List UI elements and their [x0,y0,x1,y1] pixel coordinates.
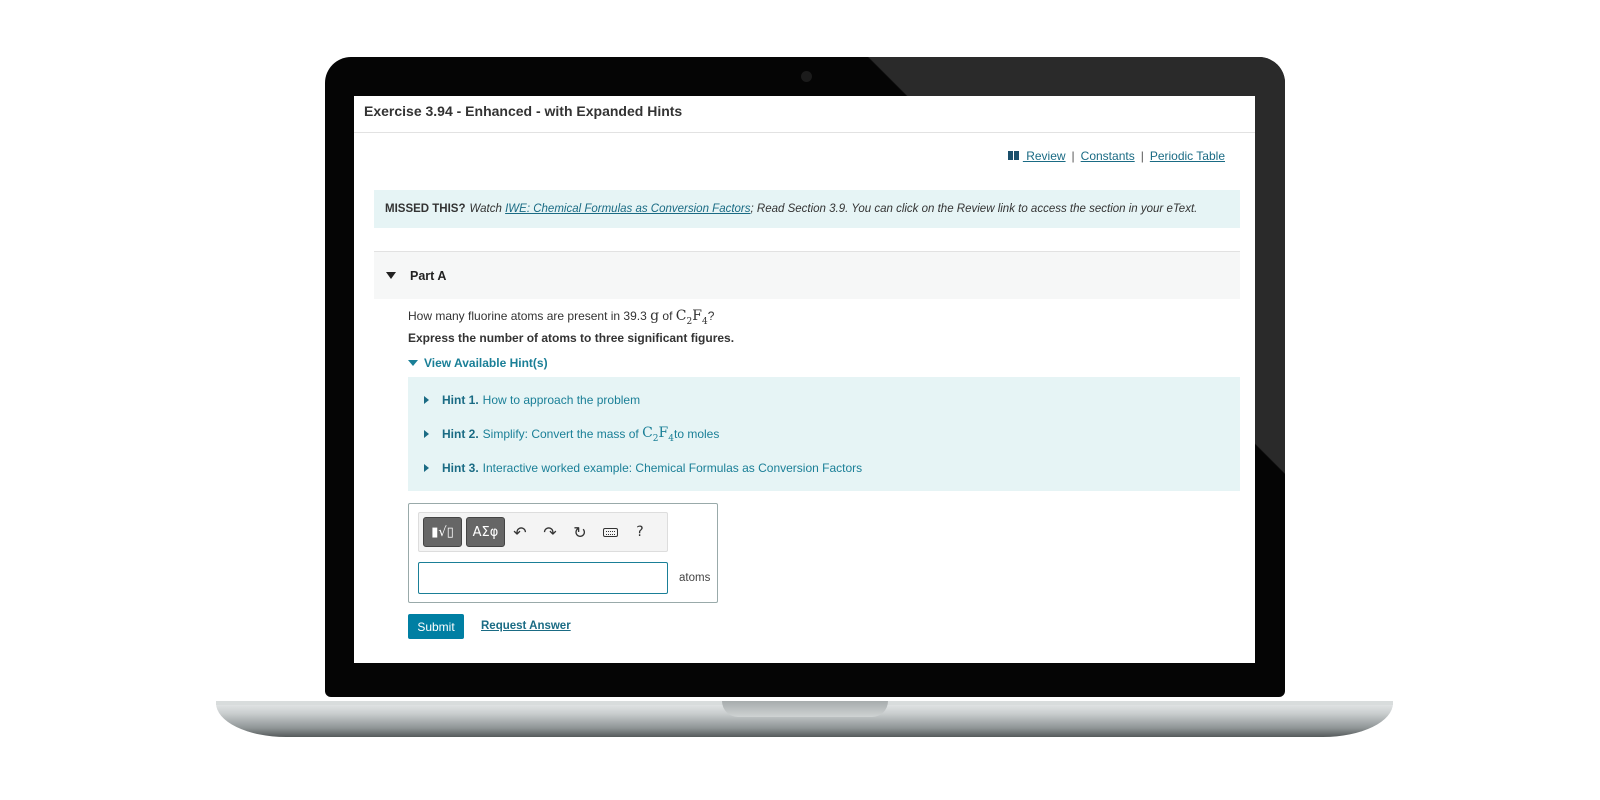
missed-watch: Watch [469,203,502,215]
math-toolbar: ▮√▯ ΑΣφ ↶ ↷ ↻ ? [418,512,668,552]
hint-1[interactable]: Hint 1. How to approach the problem [424,393,640,407]
laptop-notch [722,701,888,717]
formula-element: F [692,308,702,324]
symbols-button[interactable]: ΑΣφ [466,517,505,547]
expand-caret-icon [424,464,429,472]
redo-icon[interactable]: ↷ [535,517,565,547]
formula-element: C [675,308,687,324]
expand-caret-icon [424,430,429,439]
instruction-text: Express the number of atoms to three sig… [408,331,735,345]
help-icon[interactable]: ? [625,517,655,547]
part-a-header[interactable]: Part A [374,251,1240,299]
formula-element: F [658,425,669,441]
hint-2[interactable]: Hint 2. Simplify: Convert the mass of C2… [424,425,719,444]
constants-link[interactable]: Constants [1081,149,1135,163]
formula-element: C [642,425,653,441]
iwe-video-link[interactable]: IWE: Chemical Formulas as Conversion Fac… [505,203,750,215]
missed-this-label: MISSED THIS? [385,203,466,215]
hint-number: Hint 1. [442,393,479,407]
chemical-formula: C2F4 [642,425,674,444]
link-separator: | [1140,149,1144,163]
request-answer-link[interactable]: Request Answer [481,620,571,632]
hint-number: Hint 2. [442,427,479,442]
view-hints-label: View Available Hint(s) [424,356,548,370]
mass-unit: g [650,308,660,324]
part-label: Part A [410,268,447,283]
question-text: How many fluorine atoms are present in 3… [408,308,714,327]
hint-number: Hint 3. [442,461,479,475]
review-link[interactable]: Review [1007,149,1066,163]
hint-text: Interactive worked example: Chemical For… [482,461,863,475]
question-of: of [659,309,676,323]
hint-text: Simplify: Convert the mass of [482,427,639,442]
resource-links: Review | Constants | Periodic Table [1007,149,1225,163]
keyboard-button[interactable] [595,517,625,547]
camera-icon [801,71,812,82]
book-icon [1007,151,1020,160]
hint-text: How to approach the problem [482,393,641,407]
reset-icon[interactable]: ↻ [565,517,595,547]
templates-button[interactable]: ▮√▯ [423,517,462,547]
review-link-label: Review [1022,149,1066,163]
undo-icon[interactable]: ↶ [505,517,535,547]
answer-input[interactable] [418,562,668,594]
exercise-title: Exercise 3.94 - Enhanced - with Expanded… [364,103,683,119]
missed-this-banner: MISSED THIS? Watch IWE: Chemical Formula… [374,190,1240,228]
view-hints-toggle[interactable]: View Available Hint(s) [408,356,548,370]
hints-caret-icon [408,360,418,366]
answer-unit: atoms [679,572,711,584]
question-prefix: How many fluorine atoms are present in 3… [408,309,651,323]
hint-3[interactable]: Hint 3. Interactive worked example: Chem… [424,461,862,475]
keyboard-icon [602,527,618,537]
periodic-table-link[interactable]: Periodic Table [1150,149,1225,163]
screen: Exercise 3.94 - Enhanced - with Expanded… [354,96,1255,663]
expand-caret-icon [424,396,429,404]
title-bar: Exercise 3.94 - Enhanced - with Expanded… [354,96,1255,133]
link-separator: | [1071,149,1075,163]
question-suffix: ? [707,309,715,323]
missed-this-text: Watch IWE: Chemical Formulas as Conversi… [470,203,1198,215]
hint-text-after: to moles [673,427,720,442]
answer-box: ▮√▯ ΑΣφ ↶ ↷ ↻ ? atoms [408,503,718,603]
missed-rest: ; Read Section 3.9. You can click on the… [750,203,1198,215]
chemical-formula: C2F4 [675,308,708,327]
submit-button[interactable]: Submit [408,614,464,639]
collapse-caret-icon [386,272,396,279]
hints-panel: Hint 1. How to approach the problem Hint… [408,377,1240,491]
